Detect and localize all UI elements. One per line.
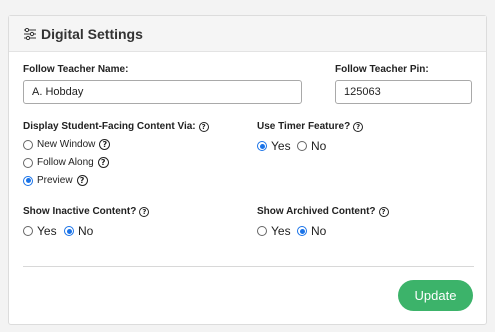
help-icon[interactable]: ? [76, 175, 88, 186]
display-via-label-text: Display Student-Facing Content Via: [23, 121, 196, 132]
teacher-pin-label: Follow Teacher Pin: [335, 64, 429, 75]
inactive-no-label: No [78, 224, 94, 238]
radio-follow-along[interactable] [23, 157, 33, 168]
timer-yes-label: Yes [271, 139, 291, 153]
inactive-yes-option[interactable]: Yes [23, 224, 57, 238]
archived-yes-label: Yes [271, 224, 291, 238]
option-preview[interactable]: Preview ? [23, 175, 88, 186]
help-icon[interactable]: ? [97, 157, 109, 168]
timer-label: Use Timer Feature? ? [257, 121, 364, 132]
teacher-name-label: Follow Teacher Name: [23, 64, 129, 75]
radio-inactive-yes[interactable] [23, 226, 33, 236]
update-button[interactable]: Update [398, 280, 473, 311]
option-preview-label: Preview [37, 175, 73, 186]
help-icon[interactable]: ? [353, 121, 364, 132]
radio-archived-no[interactable] [297, 226, 307, 236]
display-via-label: Display Student-Facing Content Via: ? [23, 121, 209, 132]
inactive-no-option[interactable]: No [64, 224, 93, 238]
archived-yes-option[interactable]: Yes [257, 224, 291, 238]
option-new-window[interactable]: New Window ? [23, 139, 111, 150]
inactive-yes-label: Yes [37, 224, 57, 238]
panel-title: Digital Settings [41, 25, 143, 42]
archived-label-text: Show Archived Content? [257, 206, 376, 217]
radio-preview[interactable] [23, 175, 33, 186]
radio-timer-no[interactable] [297, 141, 307, 151]
timer-label-text: Use Timer Feature? [257, 121, 351, 132]
teacher-pin-input[interactable] [335, 80, 472, 104]
archived-no-label: No [311, 224, 327, 238]
panel-header: Digital Settings [9, 16, 486, 52]
option-follow-along-label: Follow Along [37, 157, 94, 168]
help-icon[interactable]: ? [378, 206, 389, 217]
digital-settings-panel: Digital Settings Follow Teacher Name: Fo… [8, 15, 487, 325]
timer-no-option[interactable]: No [297, 139, 326, 153]
radio-archived-yes[interactable] [257, 226, 267, 236]
archived-label: Show Archived Content? ? [257, 206, 389, 217]
option-follow-along[interactable]: Follow Along ? [23, 157, 109, 168]
radio-new-window[interactable] [23, 139, 33, 150]
archived-no-option[interactable]: No [297, 224, 326, 238]
timer-no-label: No [311, 139, 327, 153]
inactive-label-text: Show Inactive Content? [23, 206, 137, 217]
radio-inactive-no[interactable] [64, 226, 74, 236]
inactive-label: Show Inactive Content? ? [23, 206, 150, 217]
teacher-name-input[interactable] [23, 80, 302, 104]
divider [23, 266, 474, 267]
help-icon[interactable]: ? [198, 121, 209, 132]
help-icon[interactable]: ? [139, 206, 150, 217]
sliders-icon [23, 27, 37, 40]
help-icon[interactable]: ? [99, 139, 111, 150]
radio-timer-yes[interactable] [257, 141, 267, 151]
timer-yes-option[interactable]: Yes [257, 139, 291, 153]
option-new-window-label: New Window [37, 139, 96, 150]
